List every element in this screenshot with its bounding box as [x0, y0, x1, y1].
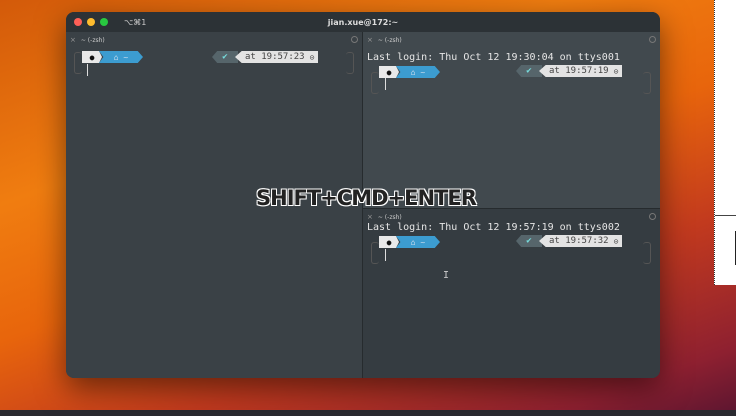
prompt-frame-right: [643, 72, 651, 94]
prompt-left: ● ⌂ ~: [379, 66, 440, 78]
prompt-time: at 19:57:32: [549, 236, 609, 246]
apple-icon: ●: [379, 236, 399, 248]
cursor: [87, 64, 88, 76]
clock-icon: ⊙: [613, 66, 619, 76]
keystroke-overlay: SHIFT+CMD+ENTER: [256, 186, 477, 210]
apple-icon: ●: [379, 66, 399, 78]
home-dir-segment: ⌂ ~: [396, 66, 440, 78]
prompt-time: at 19:57:19: [549, 66, 609, 76]
apple-icon: ●: [82, 51, 102, 63]
prompt-right: ✔ at 19:57:32 ⊙: [516, 235, 623, 247]
home-dir-segment: ⌂ ~: [99, 51, 143, 63]
prompt-right: ✔ at 19:57:23 ⊙: [212, 51, 319, 63]
pane-header: × ~ (-zsh): [367, 36, 402, 44]
terminal-pane-bottom-right[interactable]: × ~ (-zsh) Last login: Thu Oct 12 19:57:1…: [363, 209, 660, 378]
pane-minimize-icon[interactable]: [649, 36, 656, 43]
prompt-frame-left: [371, 242, 379, 264]
terminal-pane-top-right[interactable]: × ~ (-zsh) Last login: Thu Oct 12 19:30:0…: [363, 32, 660, 208]
prompt-frame-left: [371, 72, 379, 94]
zoom-button[interactable]: [100, 18, 108, 26]
home-dir-segment: ⌂ ~: [396, 236, 440, 248]
time-segment: at 19:57:19 ⊙: [539, 65, 623, 77]
close-pane-icon[interactable]: ×: [70, 36, 76, 44]
prompt-left: ● ⌂ ~: [82, 51, 143, 63]
ibeam-cursor-icon: I: [443, 270, 450, 281]
close-button[interactable]: [74, 18, 82, 26]
cursor: [385, 78, 386, 90]
prompt-right: ✔ at 19:57:19 ⊙: [516, 65, 623, 77]
pane-minimize-icon[interactable]: [649, 213, 656, 220]
check-icon: ✔: [212, 51, 238, 63]
pane-title: ~ (-zsh): [377, 214, 402, 221]
prompt-left: ● ⌂ ~: [379, 236, 440, 248]
prompt-time: at 19:57:23: [245, 52, 305, 62]
pane-title: ~ (-zsh): [80, 37, 105, 44]
clock-icon: ⊙: [309, 52, 315, 62]
check-icon: ✔: [516, 235, 542, 247]
time-segment: at 19:57:23 ⊙: [235, 51, 319, 63]
divider: [715, 215, 736, 216]
cursor: [385, 249, 386, 261]
prompt-frame-left: [74, 52, 82, 74]
last-login-text: Last login: Thu Oct 12 19:57:19 on ttys0…: [367, 222, 620, 233]
minimize-button[interactable]: [87, 18, 95, 26]
prompt-frame-right: [643, 242, 651, 264]
window-shortcut: ⌥⌘1: [124, 17, 147, 27]
close-pane-icon[interactable]: ×: [367, 36, 373, 44]
check-icon: ✔: [516, 65, 542, 77]
pane-title: ~ (-zsh): [377, 37, 402, 44]
close-pane-icon[interactable]: ×: [367, 213, 373, 221]
time-segment: at 19:57:32 ⊙: [539, 235, 623, 247]
pane-header: × ~ (-zsh): [70, 36, 105, 44]
pane-minimize-icon[interactable]: [351, 36, 358, 43]
background-document-window: [714, 0, 736, 285]
prompt-frame-right: [346, 52, 354, 74]
clock-icon: ⊙: [613, 236, 619, 246]
pane-header: × ~ (-zsh): [367, 213, 402, 221]
last-login-text: Last login: Thu Oct 12 19:30:04 on ttys0…: [367, 52, 620, 63]
title-bar[interactable]: ⌥⌘1 jian.xue@172:~: [66, 12, 660, 32]
dock-edge: [0, 410, 736, 416]
window-title: jian.xue@172:~: [327, 17, 399, 27]
